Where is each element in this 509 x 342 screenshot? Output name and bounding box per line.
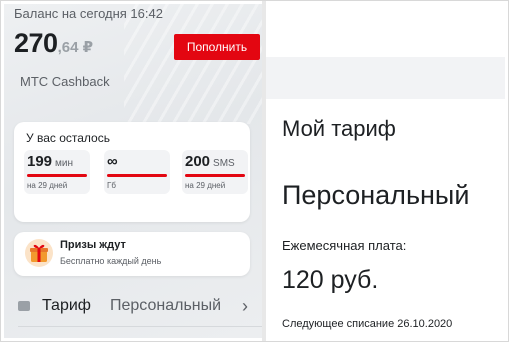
sim-card-icon	[18, 301, 30, 311]
balance-label: Баланс на сегодня 16:42	[14, 6, 163, 21]
sms-unit: SMS	[213, 158, 235, 169]
gift-box-icon	[24, 238, 54, 268]
website-tariff-page: Мой тариф Персональный Ежемесячная плата…	[266, 4, 505, 338]
internet-progress-bar	[107, 174, 167, 177]
balance-amount: 270,64 ₽	[14, 28, 93, 59]
tariff-row[interactable]: Тариф Персональный ›	[4, 288, 262, 328]
prizes-card[interactable]: Призы ждут Бесплатно каждый день	[14, 232, 250, 276]
sms-tile[interactable]: 200 SMS на 29 дней	[182, 150, 248, 194]
minutes-value: 199	[27, 153, 53, 170]
next-charge-date: Следующее списание 26.10.2020	[282, 318, 453, 330]
internet-unit-label: Гб	[107, 181, 116, 190]
minutes-progress-bar	[27, 174, 87, 177]
balance-main: 270	[14, 28, 58, 58]
minutes-unit: мин	[55, 158, 74, 169]
minutes-period: на 29 дней	[27, 181, 68, 190]
sms-progress-bar	[185, 174, 245, 177]
tariff-row-label: Тариф	[42, 297, 91, 314]
remaining-card[interactable]: У вас осталось 199 мин на 29 дней ∞ Гб 20…	[14, 122, 250, 222]
balance-cents: ,64 ₽	[57, 39, 94, 56]
monthly-fee-value: 120 руб.	[282, 266, 379, 294]
my-tariff-heading: Мой тариф	[282, 116, 396, 141]
sms-value: 200	[185, 153, 211, 170]
mobile-app-screen: Баланс на сегодня 16:42 270,64 ₽ Пополни…	[4, 4, 262, 338]
chevron-right-icon: ›	[242, 296, 248, 316]
tariff-row-value: Персональный	[110, 297, 222, 314]
topup-button[interactable]: Пополнить	[174, 34, 260, 60]
minutes-tile[interactable]: 199 мин на 29 дней	[24, 150, 90, 194]
internet-value: ∞	[107, 153, 118, 170]
monthly-fee-label: Ежемесячная плата:	[282, 238, 407, 253]
prizes-subtitle: Бесплатно каждый день	[60, 256, 162, 266]
remaining-title: У вас осталось	[26, 131, 110, 145]
sms-period: на 29 дней	[185, 181, 226, 190]
site-header	[266, 4, 505, 58]
site-nav-band	[266, 57, 505, 99]
cashback-link[interactable]: МТС Cashback	[20, 74, 110, 89]
tariff-name: Персональный	[282, 180, 470, 210]
prizes-title: Призы ждут	[60, 239, 126, 251]
internet-tile[interactable]: ∞ Гб	[104, 150, 170, 194]
divider	[18, 326, 262, 327]
